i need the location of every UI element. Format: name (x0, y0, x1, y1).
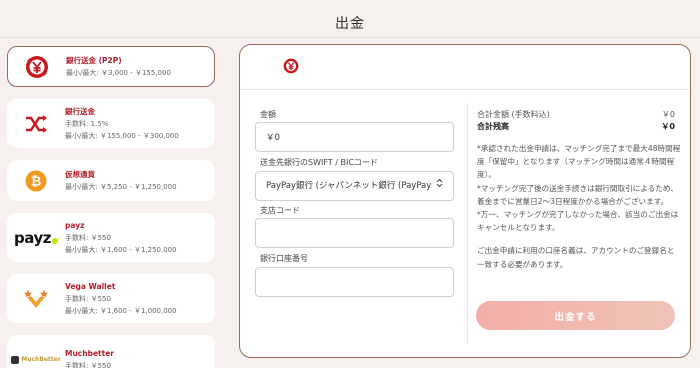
vega-wallet-logo (7, 288, 65, 310)
branch-code-label: 支店コード (260, 206, 300, 215)
svg-text:₿: ₿ (31, 174, 42, 189)
method-name: 銀行送金 (65, 106, 95, 116)
column-divider (467, 103, 468, 343)
total-amount-label: 合計金額 (手数料込) (477, 110, 550, 119)
method-limit: 最小/最大: ￥155,000 - ￥300,000 (65, 131, 179, 140)
swift-selected-value: PayPay銀行 (ジャパンネット銀行 (PayPay (266, 181, 432, 191)
account-number-input[interactable] (255, 267, 454, 297)
branch-code-input[interactable] (255, 218, 454, 248)
chevron-updown-icon (436, 172, 443, 200)
note-transfer-days: *マッチング完了後の送金手続きは銀行間取引によるため、着金までに営業日2〜3日程… (477, 183, 679, 206)
note-matching-time: *承認された出金申請は、マッチング完了まで最大48時間程度「保留中」となります（… (477, 144, 681, 180)
swift-select[interactable]: PayPay銀行 (ジャパンネット銀行 (PayPay (255, 171, 454, 201)
method-name: 銀行送金 (P2P) (66, 55, 122, 65)
p2p-bank-icon (8, 55, 66, 79)
method-fee: 手数料: ￥550 (65, 294, 111, 303)
balance-value: ￥0 (661, 122, 675, 131)
total-amount-row: 合計金額 (手数料込) ￥0 (477, 109, 675, 120)
method-limit: 最小/最大: ￥3,000 - ￥155,000 (66, 68, 171, 77)
method-muchbetter[interactable]: MuchBetter Muchbetter 手数料: ￥550 (7, 335, 215, 368)
account-number-label: 銀行口座番号 (260, 254, 308, 263)
balance-row: 合計残高 ￥0 (477, 121, 675, 132)
total-amount-value: ￥0 (661, 110, 675, 119)
method-name: Muchbetter (65, 348, 114, 358)
note-account-name: ご出金申請に利用の口座名義は、アカウントのご登録名と一致する必要があります。 (477, 246, 675, 269)
method-limit: 最小/最大: ￥1,600 - ￥1,250,000 (65, 245, 177, 254)
bank-transfer-icon (7, 114, 65, 134)
withdrawal-panel: 金額 送金先銀行のSWIFT / BICコード PayPay銀行 (ジャパンネッ… (239, 44, 691, 358)
method-fee: 手数料: ￥550 (65, 233, 111, 242)
swift-label: 送金先銀行のSWIFT / BICコード (260, 158, 378, 167)
method-name: Vega Wallet (65, 281, 116, 291)
method-limit: 最小/最大: ￥1,600 - ￥1,000,000 (65, 306, 177, 315)
bitcoin-icon: ₿ (7, 170, 65, 192)
method-p2p-bank[interactable]: 銀行送金 (P2P) 最小/最大: ￥3,000 - ￥155,000 (7, 46, 215, 87)
method-fee: 手数料: ￥550 (65, 361, 111, 368)
method-name: payz (65, 220, 85, 230)
method-crypto[interactable]: ₿ 仮想通貨 最小/最大: ￥5,250 - ￥1,250,000 (7, 160, 215, 201)
withdraw-button[interactable]: 出金する (476, 301, 675, 330)
note-cancellation: *万一、マッチングが完了しなかった場合、該当のご出金はキャンセルとなります。 (477, 210, 679, 233)
p2p-bank-icon (283, 58, 299, 78)
withdrawal-notes: *承認された出金申請は、マッチング完了まで最大48時間程度「保留中」となります（… (477, 142, 682, 271)
method-name: 仮想通貨 (65, 169, 95, 179)
amount-input[interactable] (255, 122, 454, 152)
method-vega-wallet[interactable]: Vega Wallet 手数料: ￥550 最小/最大: ￥1,600 - ￥1… (7, 274, 215, 323)
amount-label: 金額 (260, 110, 276, 119)
method-limit: 最小/最大: ￥5,250 - ￥1,250,000 (65, 182, 177, 191)
method-payz[interactable]: payz payz 手数料: ￥550 最小/最大: ￥1,600 - ￥1,2… (7, 213, 215, 262)
payment-method-list: 銀行送金 (P2P) 最小/最大: ￥3,000 - ￥155,000 銀行送金… (0, 38, 232, 368)
panel-divider (240, 89, 689, 90)
muchbetter-logo: MuchBetter (7, 355, 65, 364)
balance-label: 合計残高 (477, 122, 509, 131)
page-title: 出金 (335, 16, 365, 32)
method-fee: 手数料: 1.5% (65, 119, 109, 128)
payz-logo: payz (7, 229, 65, 247)
method-bank-transfer[interactable]: 銀行送金 手数料: 1.5% 最小/最大: ￥155,000 - ￥300,00… (7, 99, 215, 148)
